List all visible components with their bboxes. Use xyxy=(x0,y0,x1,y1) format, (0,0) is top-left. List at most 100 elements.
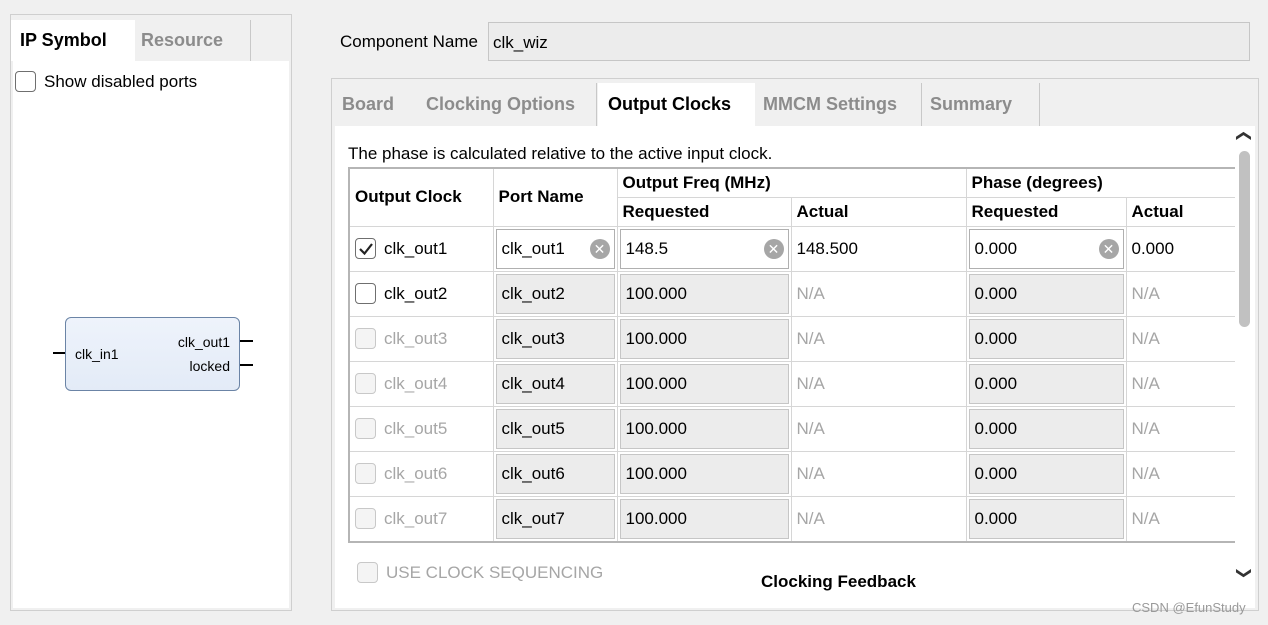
freq-requested-value: 148.5 xyxy=(625,238,669,258)
use-clock-sequencing-checkbox xyxy=(357,562,378,583)
clk-out1-port-input[interactable]: clk_out1 ✕ xyxy=(495,228,615,269)
clk-out2-label: clk_out2 xyxy=(384,283,448,303)
configuration-panel: Board Clocking Options Output Clocks MMC… xyxy=(331,78,1259,611)
clk-out6-freq-actual: N/A xyxy=(790,450,967,497)
vertical-scrollbar[interactable]: ❮ ❯ xyxy=(1235,127,1255,584)
header-freq-requested: Requested xyxy=(616,196,792,227)
clk-out6-phase-requested-input: 0.000 xyxy=(968,453,1124,494)
header-phase-requested: Requested xyxy=(965,196,1127,227)
clk-out5-freq-actual: N/A xyxy=(790,405,967,452)
clk-out2-phase-actual: N/A xyxy=(1125,270,1237,317)
table-row: clk_out7 clk_out7 100.000 N/A 0.000 N/A xyxy=(348,495,1237,542)
tab-mmcm-settings[interactable]: MMCM Settings xyxy=(753,83,922,126)
clk-out5-checkbox xyxy=(355,418,376,439)
clk-out3-checkbox xyxy=(355,328,376,349)
clk-out1-phase-actual: 0.000 xyxy=(1125,225,1237,272)
clk-out7-port-input: clk_out7 xyxy=(495,498,615,539)
use-clock-sequencing-option: USE CLOCK SEQUENCING xyxy=(357,562,603,583)
chevron-up-icon[interactable]: ❮ xyxy=(1235,130,1253,143)
table-row: clk_out6 clk_out6 100.000 N/A 0.000 N/A xyxy=(348,450,1237,497)
clk-out7-checkbox xyxy=(355,508,376,529)
clk-out1-phase-requested-input[interactable]: 0.000 ✕ xyxy=(968,228,1124,269)
table-row: clk_out2 clk_out2 100.000 N/A 0.000 N/A xyxy=(348,270,1237,317)
tab-board[interactable]: Board xyxy=(332,83,416,126)
clear-x-icon[interactable]: ✕ xyxy=(589,238,610,259)
check-icon xyxy=(359,243,373,256)
phase-note: The phase is calculated relative to the … xyxy=(348,144,773,163)
output-clocks-table: Output Clock Port Name Output Freq (MHz)… xyxy=(348,167,1237,543)
header-output-freq: Output Freq (MHz) xyxy=(616,167,967,198)
clk-out5-label: clk_out5 xyxy=(384,418,448,438)
tab-summary[interactable]: Summary xyxy=(920,83,1040,126)
clk-out5-phase-actual: N/A xyxy=(1125,405,1237,452)
config-tab-bar: Board Clocking Options Output Clocks MMC… xyxy=(332,79,1258,126)
tab-clocking-options[interactable]: Clocking Options xyxy=(416,83,597,126)
table-row: clk_out1 clk_out1 ✕ 148.5 ✕ 148.500 0.000 ✕… xyxy=(348,225,1237,272)
clear-x-icon[interactable]: ✕ xyxy=(1098,238,1119,259)
header-port-name: Port Name xyxy=(492,167,618,227)
clk-out7-freq-actual: N/A xyxy=(790,495,967,542)
tab-resource[interactable]: Resource xyxy=(135,20,251,61)
use-clock-sequencing-label: USE CLOCK SEQUENCING xyxy=(386,562,604,582)
component-name-label: Component Name xyxy=(340,32,478,51)
phase-requested-value: 0.000 xyxy=(974,238,1018,258)
header-freq-actual: Actual xyxy=(790,196,967,227)
clk-out7-freq-requested-input: 100.000 xyxy=(619,498,789,539)
table-row: clk_out3 clk_out3 100.000 N/A 0.000 N/A xyxy=(348,315,1237,362)
show-disabled-ports-checkbox[interactable] xyxy=(15,71,36,92)
clk-out2-freq-requested-input: 100.000 xyxy=(619,273,789,314)
left-panel: IP Symbol Resource Show disabled ports c… xyxy=(10,14,292,611)
clk-out4-freq-requested-input: 100.000 xyxy=(619,363,789,404)
clk-out1-pin xyxy=(240,340,253,342)
output-clocks-content: The phase is calculated relative to the … xyxy=(335,126,1255,608)
clk-out3-port-input: clk_out3 xyxy=(495,318,615,359)
clk-out2-freq-actual: N/A xyxy=(790,270,967,317)
port-label-locked: locked xyxy=(189,358,230,374)
clk-out3-phase-actual: N/A xyxy=(1125,315,1237,362)
clocking-feedback-heading: Clocking Feedback xyxy=(761,572,916,591)
clk-out1-label: clk_out1 xyxy=(384,238,448,258)
chevron-down-icon[interactable]: ❯ xyxy=(1235,567,1253,580)
ip-symbol-block[interactable]: clk_in1 clk_out1 locked xyxy=(65,317,240,391)
clk-out7-phase-requested-input: 0.000 xyxy=(968,498,1124,539)
clk-out6-phase-actual: N/A xyxy=(1125,450,1237,497)
locked-pin xyxy=(240,364,253,366)
tab-output-clocks[interactable]: Output Clocks xyxy=(598,83,755,126)
clk-out4-phase-actual: N/A xyxy=(1125,360,1237,407)
clear-x-icon[interactable]: ✕ xyxy=(763,238,784,259)
clk-out5-phase-requested-input: 0.000 xyxy=(968,408,1124,449)
clk-out5-port-input: clk_out5 xyxy=(495,408,615,449)
clk-out2-phase-requested-input: 0.000 xyxy=(968,273,1124,314)
clk-out6-freq-requested-input: 100.000 xyxy=(619,453,789,494)
clk-out4-label: clk_out4 xyxy=(384,373,448,393)
vertical-scroll-thumb[interactable] xyxy=(1239,151,1250,327)
clk-out2-checkbox[interactable] xyxy=(355,283,376,304)
clk-out4-port-input: clk_out4 xyxy=(495,363,615,404)
clk-out2-port-input: clk_out2 xyxy=(495,273,615,314)
clk-out1-freq-requested-input[interactable]: 148.5 ✕ xyxy=(619,228,789,269)
clk-out7-label: clk_out7 xyxy=(384,508,448,528)
clk-out6-label: clk_out6 xyxy=(384,463,448,483)
port-value: clk_out1 xyxy=(501,238,565,258)
clk-out1-checkbox[interactable] xyxy=(355,238,376,259)
clk-out6-port-input: clk_out6 xyxy=(495,453,615,494)
ip-symbol-view: Show disabled ports clk_in1 clk_out1 loc… xyxy=(13,61,289,608)
show-disabled-ports-label: Show disabled ports xyxy=(44,71,198,91)
table-row: clk_out4 clk_out4 100.000 N/A 0.000 N/A xyxy=(348,360,1237,407)
clk-out3-freq-actual: N/A xyxy=(790,315,967,362)
clk-out7-phase-actual: N/A xyxy=(1125,495,1237,542)
tab-ip-symbol[interactable]: IP Symbol xyxy=(11,20,135,61)
clk-out4-freq-actual: N/A xyxy=(790,360,967,407)
show-disabled-ports-option[interactable]: Show disabled ports xyxy=(15,71,197,92)
clk-out1-freq-actual: 148.500 xyxy=(790,225,967,272)
clk-out3-label: clk_out3 xyxy=(384,328,448,348)
header-output-clock: Output Clock xyxy=(348,167,494,227)
port-label-clk-in1: clk_in1 xyxy=(75,346,119,362)
header-phase: Phase (degrees) xyxy=(965,167,1237,198)
component-name-input[interactable]: clk_wiz xyxy=(488,22,1250,61)
watermark: CSDN @EfunStudy xyxy=(1132,600,1246,615)
clk-out6-checkbox xyxy=(355,463,376,484)
clk-out4-phase-requested-input: 0.000 xyxy=(968,363,1124,404)
header-phase-actual: Actual xyxy=(1125,196,1237,227)
clk-out3-phase-requested-input: 0.000 xyxy=(968,318,1124,359)
